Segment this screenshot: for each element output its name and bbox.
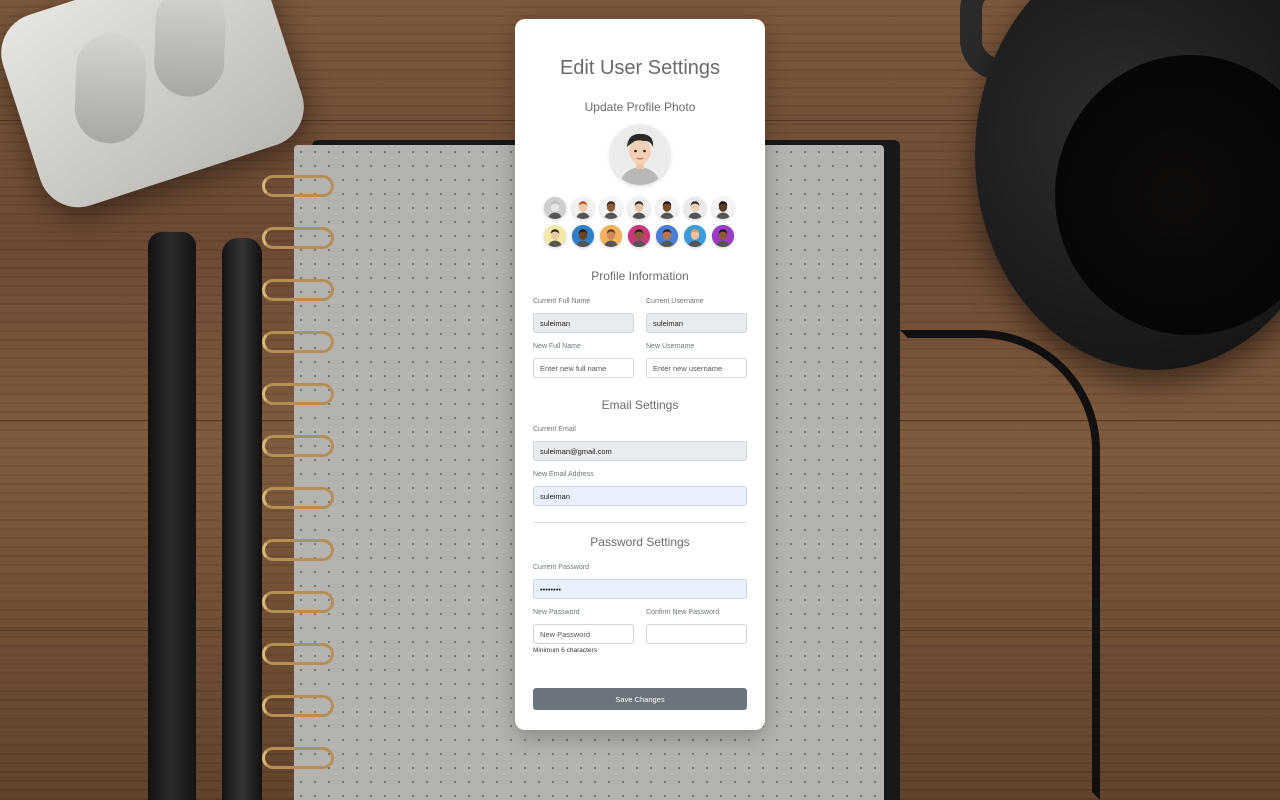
spiral-ring: [262, 643, 334, 665]
spiral-ring: [262, 695, 334, 717]
spiral-ring: [262, 383, 334, 405]
new-password-label: New Password: [533, 609, 580, 616]
current-avatar-image: [610, 125, 670, 185]
avatar-redhead-option[interactable]: [572, 197, 594, 219]
section-divider: [533, 522, 747, 523]
marker-pen-image: [148, 232, 196, 800]
avatar-hat-option[interactable]: [628, 197, 650, 219]
pen-image: [222, 238, 262, 800]
spiral-ring: [262, 435, 334, 457]
avatar-gray-default-option[interactable]: [544, 197, 566, 219]
current-password-label: Current Password: [533, 564, 590, 571]
cable-image: [900, 330, 1100, 800]
password-settings-heading: Password Settings: [590, 535, 690, 549]
settings-card: Edit User Settings Update Profile Photo …: [515, 19, 765, 730]
spiral-ring: [262, 747, 334, 769]
profile-information-heading: Profile Information: [591, 269, 689, 283]
new-email-input[interactable]: [533, 486, 747, 506]
spiral-ring: [262, 487, 334, 509]
new-full-name-input[interactable]: [533, 358, 634, 378]
current-password-input[interactable]: [533, 579, 747, 599]
avatar-purple-option[interactable]: [712, 225, 734, 247]
earbud-image: [153, 0, 227, 98]
current-username-field: [646, 313, 747, 333]
spiral-ring: [262, 331, 334, 353]
spiral-ring: [262, 591, 334, 613]
avatar-braids-option[interactable]: [712, 197, 734, 219]
spiral-ring: [262, 539, 334, 561]
avatar-dark-hair-option[interactable]: [656, 197, 678, 219]
spiral-ring: [262, 175, 334, 197]
spiral-ring: [262, 227, 334, 249]
current-email-field: [533, 441, 747, 461]
password-hint: Minimum 6 characters: [533, 647, 597, 654]
page-title: Edit User Settings: [559, 57, 721, 79]
confirm-password-input[interactable]: [646, 624, 747, 644]
update-photo-heading: Update Profile Photo: [584, 100, 696, 114]
new-username-label: New Username: [646, 343, 695, 350]
new-username-input[interactable]: [646, 358, 747, 378]
avatar-curly-option[interactable]: [600, 197, 622, 219]
new-email-label: New Email Address: [533, 471, 594, 478]
avatar-glasses-option[interactable]: [600, 225, 622, 247]
avatar-curly-woman-option[interactable]: [656, 225, 678, 247]
email-settings-heading: Email Settings: [601, 398, 679, 412]
avatar-selected-man-option[interactable]: [684, 197, 706, 219]
new-full-name-label: New Full Name: [533, 343, 581, 350]
new-password-input[interactable]: [533, 624, 634, 644]
avatar-beard-option[interactable]: [572, 225, 594, 247]
current-avatar: [610, 125, 670, 185]
earbud-image: [73, 32, 148, 145]
avatar-pink-option[interactable]: [628, 225, 650, 247]
current-full-name-field: [533, 313, 634, 333]
spiral-ring: [262, 279, 334, 301]
current-username-label: Current Username: [646, 298, 704, 305]
current-email-label: Current Email: [533, 426, 576, 433]
confirm-password-label: Confirm New Password: [646, 609, 720, 616]
avatar-sunglasses-option[interactable]: [544, 225, 566, 247]
avatar-blonde-option[interactable]: [684, 225, 706, 247]
save-changes-button[interactable]: Save Changes: [533, 688, 747, 710]
current-full-name-label: Current Full Name: [533, 298, 591, 305]
